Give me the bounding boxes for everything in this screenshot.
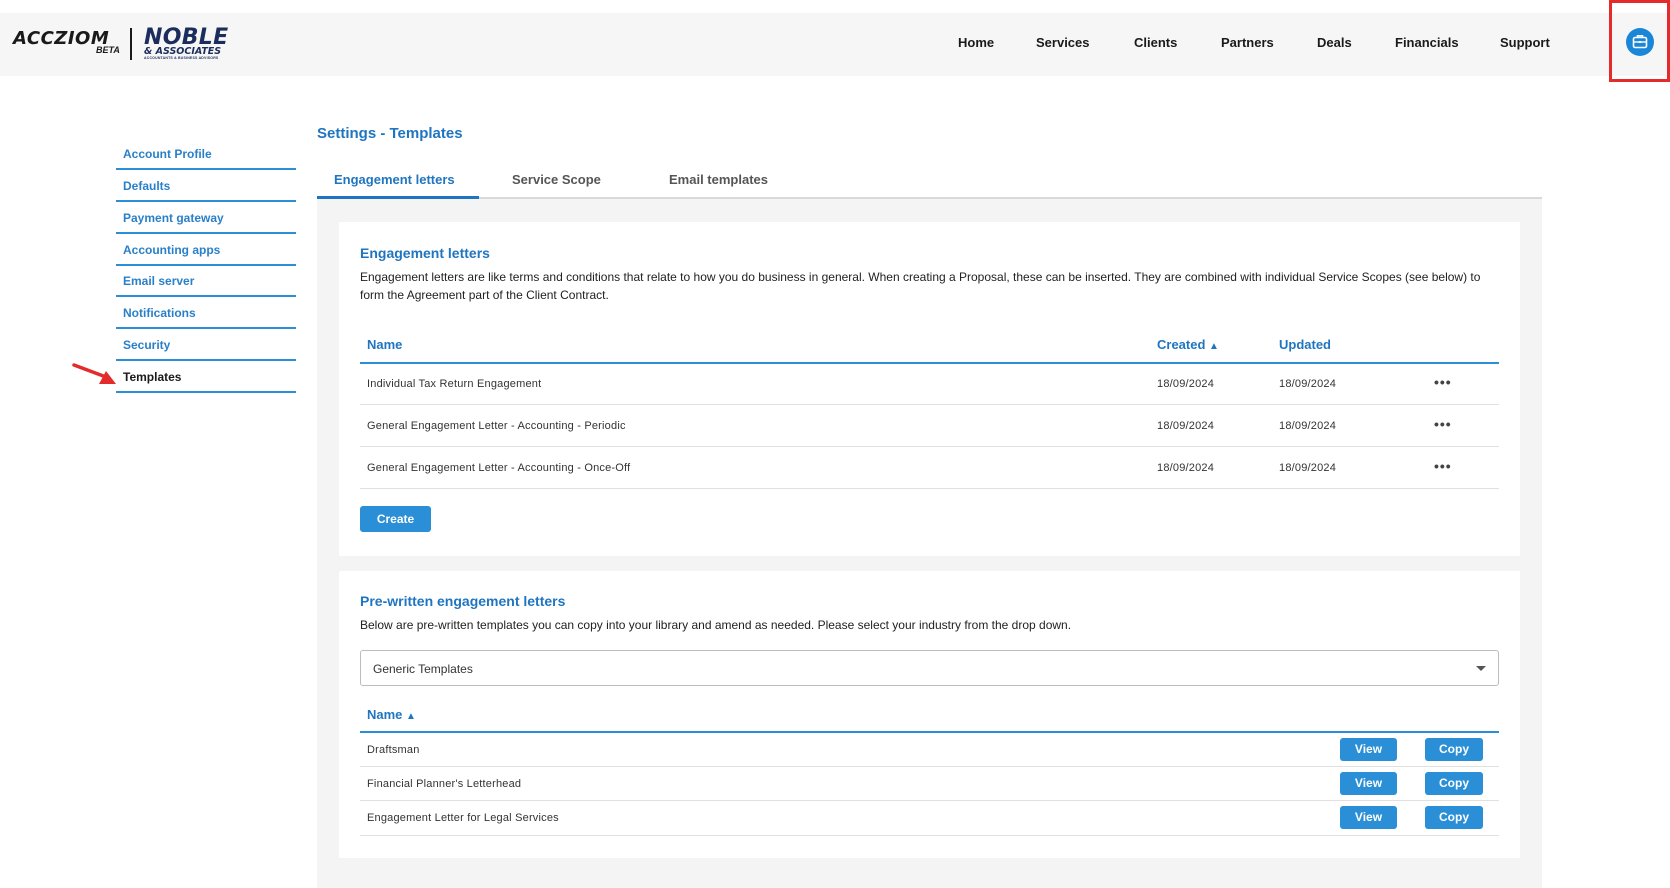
logo-divider xyxy=(130,28,132,60)
table-row-name[interactable]: General Engagement Letter - Accounting -… xyxy=(367,462,630,474)
create-button[interactable]: Create xyxy=(360,506,431,532)
table-header-divider xyxy=(360,731,1499,733)
row-divider xyxy=(360,446,1499,447)
row-divider xyxy=(360,404,1499,405)
sidebar-item-label: Templates xyxy=(123,370,182,384)
sidebar-item-label: Notifications xyxy=(123,306,196,320)
table-row-updated: 18/09/2024 xyxy=(1279,378,1337,390)
view-button[interactable]: View xyxy=(1340,772,1397,795)
table-row-updated: 18/09/2024 xyxy=(1279,462,1337,474)
tab-email-templates[interactable]: Email templates xyxy=(669,172,768,187)
table-row-updated: 18/09/2024 xyxy=(1279,420,1337,432)
industry-select[interactable]: Generic Templates xyxy=(360,650,1499,686)
table-row-created: 18/09/2024 xyxy=(1157,462,1215,474)
red-arrow-annotation xyxy=(72,363,116,384)
beta-badge: BETA xyxy=(96,45,120,55)
nav-clients[interactable]: Clients xyxy=(1134,35,1177,50)
nav-deals[interactable]: Deals xyxy=(1317,35,1352,50)
table-row-name: Draftsman xyxy=(367,744,420,756)
more-options-icon[interactable]: ••• xyxy=(1434,416,1452,432)
industry-select-value: Generic Templates xyxy=(373,662,473,676)
column-header-name-label: Name xyxy=(367,707,403,722)
engagement-letters-title: Engagement letters xyxy=(360,245,490,261)
sidebar-item-label: Email server xyxy=(123,274,195,288)
sidebar-item-payment-gateway[interactable]: Payment gateway xyxy=(116,202,296,234)
row-divider xyxy=(360,835,1499,836)
sidebar-item-email-server[interactable]: Email server xyxy=(116,265,296,297)
copy-button[interactable]: Copy xyxy=(1425,806,1483,829)
table-row-created: 18/09/2024 xyxy=(1157,378,1215,390)
sort-ascending-icon: ▲ xyxy=(406,711,416,722)
nav-financials[interactable]: Financials xyxy=(1395,35,1459,50)
table-header-divider xyxy=(360,362,1499,364)
chevron-down-icon xyxy=(1476,666,1486,671)
sidebar-item-label: Defaults xyxy=(123,179,171,193)
sidebar-item-label: Accounting apps xyxy=(123,243,221,257)
more-options-icon[interactable]: ••• xyxy=(1434,458,1452,474)
engagement-letters-description: Engagement letters are like terms and co… xyxy=(360,270,1481,302)
prewritten-letters-title: Pre-written engagement letters xyxy=(360,593,566,609)
sort-ascending-icon: ▲ xyxy=(1209,341,1219,352)
sidebar-item-account-profile[interactable]: Account Profile xyxy=(116,138,296,170)
sidebar-item-label: Payment gateway xyxy=(123,211,224,225)
prewritten-letters-description: Below are pre-written templates you can … xyxy=(360,618,1072,632)
page-title: Settings - Templates xyxy=(317,125,463,142)
sidebar-item-accounting-apps[interactable]: Accounting apps xyxy=(116,234,296,266)
nav-partners[interactable]: Partners xyxy=(1221,35,1274,50)
view-button[interactable]: View xyxy=(1340,806,1397,829)
tab-engagement-letters[interactable]: Engagement letters xyxy=(334,172,455,187)
table-row-created: 18/09/2024 xyxy=(1157,420,1215,432)
copy-button[interactable]: Copy xyxy=(1425,738,1483,761)
view-button[interactable]: View xyxy=(1340,738,1397,761)
copy-button[interactable]: Copy xyxy=(1425,772,1483,795)
table-row-name: Engagement Letter for Legal Services xyxy=(367,812,559,824)
nav-home[interactable]: Home xyxy=(958,35,994,50)
briefcase-icon[interactable] xyxy=(1626,28,1654,56)
firm-logo-tagline: ACCOUNTANTS & BUSINESS ADVISORS xyxy=(144,56,219,60)
sidebar-item-label: Account Profile xyxy=(123,147,212,161)
table-row-name[interactable]: General Engagement Letter - Accounting -… xyxy=(367,420,626,432)
acczium-logo[interactable]: ACCZIOM xyxy=(13,28,109,49)
table-row-name[interactable]: Individual Tax Return Engagement xyxy=(367,378,541,390)
row-divider xyxy=(360,766,1499,767)
tab-service-scope[interactable]: Service Scope xyxy=(512,172,601,187)
column-header-created-label: Created xyxy=(1157,337,1206,352)
column-header-updated[interactable]: Updated xyxy=(1279,337,1331,352)
row-divider xyxy=(360,488,1499,489)
sidebar-item-label: Security xyxy=(123,338,171,352)
sidebar-item-defaults[interactable]: Defaults xyxy=(116,170,296,202)
nav-services[interactable]: Services xyxy=(1036,35,1090,50)
row-divider xyxy=(360,800,1499,801)
column-header-name[interactable]: Name ▲ xyxy=(367,707,416,722)
column-header-created[interactable]: Created ▲ xyxy=(1157,337,1219,352)
table-row-name: Financial Planner's Letterhead xyxy=(367,778,522,790)
sidebar-item-templates[interactable]: Templates xyxy=(116,361,296,393)
column-header-name[interactable]: Name xyxy=(367,337,402,352)
sidebar-item-notifications[interactable]: Notifications xyxy=(116,297,296,329)
nav-support[interactable]: Support xyxy=(1500,35,1550,50)
more-options-icon[interactable]: ••• xyxy=(1434,374,1452,390)
sidebar-item-security[interactable]: Security xyxy=(116,329,296,361)
